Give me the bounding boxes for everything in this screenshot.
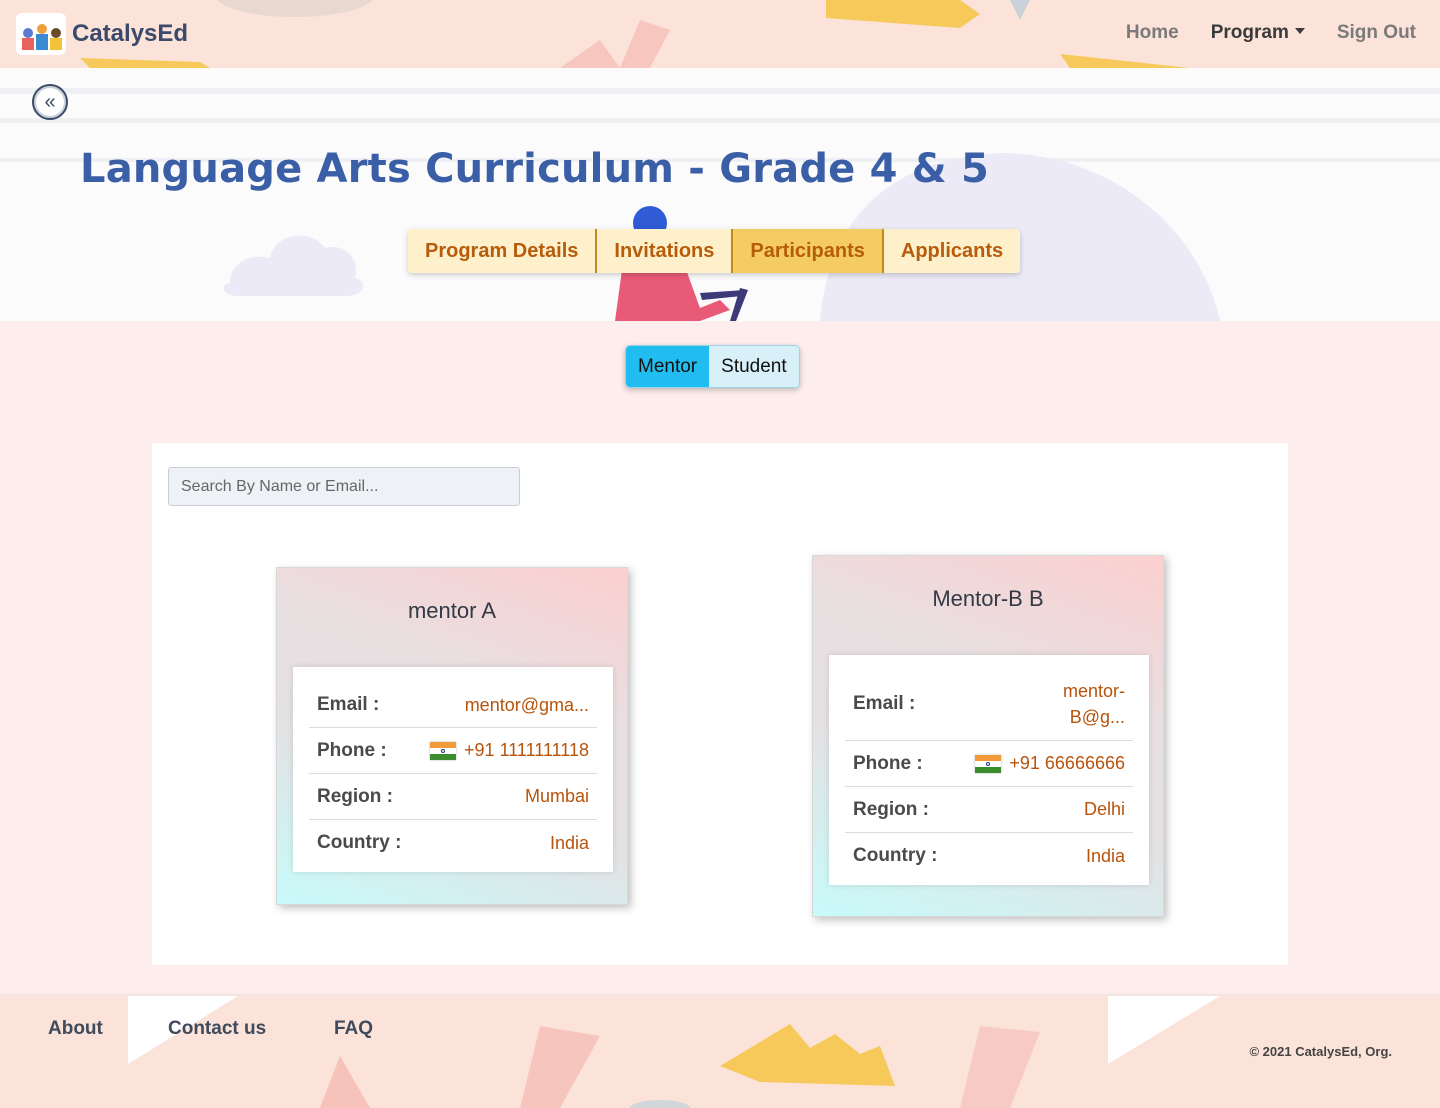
double-chevron-left-icon: « <box>44 90 56 113</box>
india-flag-icon <box>430 741 457 760</box>
country-row: Country : India <box>309 820 597 872</box>
email-label: Email : <box>317 694 380 715</box>
phone-number: +91 1111111118 <box>464 740 589 760</box>
region-value: Mumbai <box>524 786 589 806</box>
phone-value: +91 1111111118 <box>430 740 589 761</box>
footer-decoration <box>128 996 1220 1108</box>
program-tabs: Program Details Invitations Participants… <box>408 229 1021 273</box>
brand-logo-icon <box>22 24 62 50</box>
tab-applicants[interactable]: Applicants <box>883 229 1021 273</box>
top-navbar: CatalysEd Home Program Sign Out <box>0 0 1440 68</box>
email-row: Email : mentor@gma... <box>309 667 597 728</box>
footer-about-link[interactable]: About <box>48 1018 103 1040</box>
copyright-text: © 2021 CatalysEd, Org. <box>1249 1044 1392 1059</box>
country-row: Country : India <box>845 833 1133 885</box>
email-value-line1: mentor- <box>1062 680 1125 701</box>
participant-details: Email : mentor- B@g... Phone : +91 666666… <box>829 655 1149 885</box>
phone-value: +91 66666666 <box>975 753 1125 774</box>
page-title: Language Arts Curriculum - Grade 4 & 5 <box>80 146 990 192</box>
country-value: India <box>1085 845 1125 866</box>
participants-panel: mentor A Email : mentor@gma... Phone : +… <box>152 443 1288 965</box>
mentor-toggle-button[interactable]: Mentor <box>626 346 710 387</box>
tab-program-details[interactable]: Program Details <box>408 229 598 273</box>
hero-illustration <box>0 88 1440 321</box>
country-label: Country : <box>317 832 402 853</box>
back-button[interactable]: « <box>32 84 68 120</box>
role-toggle: Mentor Student <box>625 345 800 388</box>
participant-card: mentor A Email : mentor@gma... Phone : +… <box>276 567 628 905</box>
email-label: Email : <box>853 692 916 714</box>
nav-links: Home Program Sign Out <box>1094 22 1416 44</box>
email-value-line2: B@g... <box>1069 706 1125 727</box>
nav-program-label: Program <box>1210 22 1289 43</box>
student-toggle-button[interactable]: Student <box>709 346 799 387</box>
phone-number: +91 66666666 <box>1009 753 1125 773</box>
region-label: Region : <box>853 798 929 820</box>
country-label: Country : <box>853 845 938 866</box>
tab-invitations[interactable]: Invitations <box>597 229 734 273</box>
email-value: mentor- B@g... <box>1063 678 1125 730</box>
participant-name: Mentor-B B <box>932 586 1044 611</box>
footer: About Contact us FAQ © 2021 CatalysEd, O… <box>0 996 1440 1108</box>
chevron-down-icon <box>1294 27 1305 34</box>
participant-card: Mentor-B B Email : mentor- B@g... Phone :… <box>812 555 1164 917</box>
nav-home-link[interactable]: Home <box>1126 22 1179 44</box>
region-row: Region : Delhi <box>845 787 1133 833</box>
search-input[interactable] <box>168 467 520 506</box>
nav-program-dropdown[interactable]: Program <box>1211 22 1305 44</box>
region-row: Region : Mumbai <box>309 774 597 820</box>
email-row: Email : mentor- B@g... <box>845 655 1133 741</box>
phone-row: Phone : +91 1111111118 <box>309 728 597 774</box>
footer-faq-link[interactable]: FAQ <box>334 1018 373 1040</box>
phone-label: Phone : <box>317 739 387 761</box>
phone-row: Phone : +91 66666666 <box>845 741 1133 787</box>
participant-name: mentor A <box>407 598 497 623</box>
email-value: mentor@gma... <box>464 694 589 715</box>
nav-sign-out-link[interactable]: Sign Out <box>1337 22 1416 44</box>
country-value: India <box>549 832 589 853</box>
brand[interactable]: CatalysEd <box>16 13 188 55</box>
phone-label: Phone : <box>853 752 923 774</box>
region-label: Region : <box>317 785 393 807</box>
region-value: Delhi <box>1083 799 1125 819</box>
participant-details: Email : mentor@gma... Phone : +91 111111… <box>293 667 613 872</box>
footer-contact-link[interactable]: Contact us <box>168 1018 266 1040</box>
india-flag-icon <box>975 754 1002 773</box>
tab-participants[interactable]: Participants <box>733 229 884 273</box>
hero-section: « Language Arts Curriculum - Grade 4 & 5… <box>0 68 1440 321</box>
brand-logo <box>16 13 66 55</box>
brand-name: CatalysEd <box>72 20 189 47</box>
